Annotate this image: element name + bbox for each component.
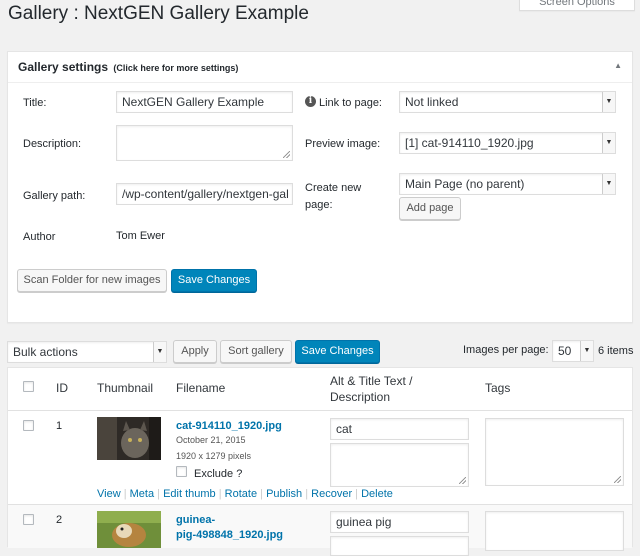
recover-link[interactable]: Recover xyxy=(311,488,352,500)
gallery-path-input[interactable]: /wp-content/gallery/nextgen-gal xyxy=(116,183,293,205)
filename-link[interactable]: cat-914110_1920.jpg xyxy=(176,420,282,432)
resize-grip-icon[interactable] xyxy=(614,476,621,483)
image-date: October 21, 2015 xyxy=(176,435,246,445)
settings-hint[interactable]: (Click here for more settings) xyxy=(113,63,238,73)
resize-grip-icon[interactable] xyxy=(283,151,290,158)
row-checkbox[interactable] xyxy=(23,420,34,431)
description-textarea[interactable] xyxy=(116,125,293,161)
dropdown-arrow-icon: ▼ xyxy=(602,92,615,112)
column-header-alt-title: Alt & Title Text / xyxy=(330,374,413,388)
images-per-page-select[interactable]: 50 ▼ xyxy=(552,340,594,362)
description-textarea[interactable] xyxy=(330,443,469,487)
view-link[interactable]: View xyxy=(97,488,121,500)
create-new-page-select[interactable]: Main Page (no parent) ▼ xyxy=(399,173,616,195)
image-dimensions: 1920 x 1279 pixels xyxy=(176,451,252,461)
dropdown-arrow-icon: ▼ xyxy=(602,174,615,194)
apply-button[interactable]: Apply xyxy=(173,340,217,363)
item-count: 6 items xyxy=(598,345,634,357)
header-divider xyxy=(8,410,632,411)
bulk-actions-select[interactable]: Bulk actions ▼ xyxy=(7,341,167,363)
filename-link-continued[interactable]: pig-498848_1920.jpg xyxy=(176,529,283,541)
row-actions: View | Meta | Edit thumb | Rotate | Publ… xyxy=(97,488,393,500)
thumbnail-image[interactable] xyxy=(97,511,161,548)
row-id: 2 xyxy=(56,514,63,526)
dropdown-arrow-icon: ▼ xyxy=(580,341,593,361)
rotate-link[interactable]: Rotate xyxy=(225,488,257,500)
collapse-arrow-icon[interactable]: ▲ xyxy=(614,61,622,70)
info-icon: i xyxy=(305,96,316,107)
save-changes-button[interactable]: Save Changes xyxy=(295,340,380,363)
exclude-label: Exclude ? xyxy=(194,468,243,480)
title-input[interactable]: NextGEN Gallery Example xyxy=(116,91,293,113)
gallery-path-label: Gallery path: xyxy=(23,190,86,202)
author-label: Author xyxy=(23,231,56,243)
gallery-settings-title: Gallery settings (Click here for more se… xyxy=(18,60,239,74)
images-per-page-label: Images per page: xyxy=(463,344,549,356)
gallery-settings-header[interactable]: Gallery settings (Click here for more se… xyxy=(8,52,632,83)
column-header-filename[interactable]: Filename xyxy=(176,381,225,395)
thumbnail-image[interactable] xyxy=(97,417,161,460)
scan-folder-button[interactable]: Scan Folder for new images xyxy=(17,269,167,292)
preview-image-label: Preview image: xyxy=(305,138,381,150)
tags-textarea[interactable] xyxy=(485,511,624,551)
dropdown-arrow-icon: ▼ xyxy=(602,133,615,153)
row-divider xyxy=(8,504,632,505)
create-new-page-label: Create new xyxy=(305,182,362,194)
row-id: 1 xyxy=(56,420,63,432)
link-to-page-label: Link to page: xyxy=(319,97,382,109)
column-header-tags: Tags xyxy=(485,381,511,395)
edit-thumb-link[interactable]: Edit thumb xyxy=(163,488,216,500)
link-to-page-select[interactable]: Not linked ▼ xyxy=(399,91,616,113)
alt-text-input[interactable]: cat xyxy=(330,418,469,440)
row-checkbox[interactable] xyxy=(23,514,34,525)
description-textarea[interactable] xyxy=(330,536,469,556)
exclude-checkbox[interactable] xyxy=(176,466,187,477)
preview-image-select[interactable]: [1] cat-914110_1920.jpg ▼ xyxy=(399,132,616,154)
title-label: Title: xyxy=(23,97,47,109)
save-settings-button[interactable]: Save Changes xyxy=(171,269,257,292)
screen-options-button[interactable]: Screen Options xyxy=(519,0,635,11)
description-label: Description: xyxy=(23,138,82,150)
select-all-checkbox[interactable] xyxy=(23,381,34,392)
column-header-description: Description xyxy=(330,390,391,404)
gallery-images-table: ID Thumbnail Filename Alt & Title Text /… xyxy=(7,367,633,556)
filename-link[interactable]: guinea- xyxy=(176,514,215,526)
add-page-button[interactable]: Add page xyxy=(399,197,461,220)
gallery-settings-box: Gallery settings (Click here for more se… xyxy=(7,51,633,323)
dropdown-arrow-icon: ▼ xyxy=(153,342,166,362)
delete-link[interactable]: Delete xyxy=(361,488,393,500)
page-title: Gallery : NextGEN Gallery Example xyxy=(8,3,309,24)
create-new-page-label-2: page: xyxy=(305,199,333,211)
column-header-thumbnail: Thumbnail xyxy=(97,381,154,395)
sort-gallery-button[interactable]: Sort gallery xyxy=(220,340,292,363)
alt-text-input[interactable]: guinea pig xyxy=(330,511,469,533)
publish-link[interactable]: Publish xyxy=(266,488,302,500)
column-header-id[interactable]: ID xyxy=(56,381,68,395)
tags-textarea[interactable] xyxy=(485,418,624,486)
meta-link[interactable]: Meta xyxy=(130,488,154,500)
resize-grip-icon[interactable] xyxy=(459,477,466,484)
author-value: Tom Ewer xyxy=(116,230,165,242)
